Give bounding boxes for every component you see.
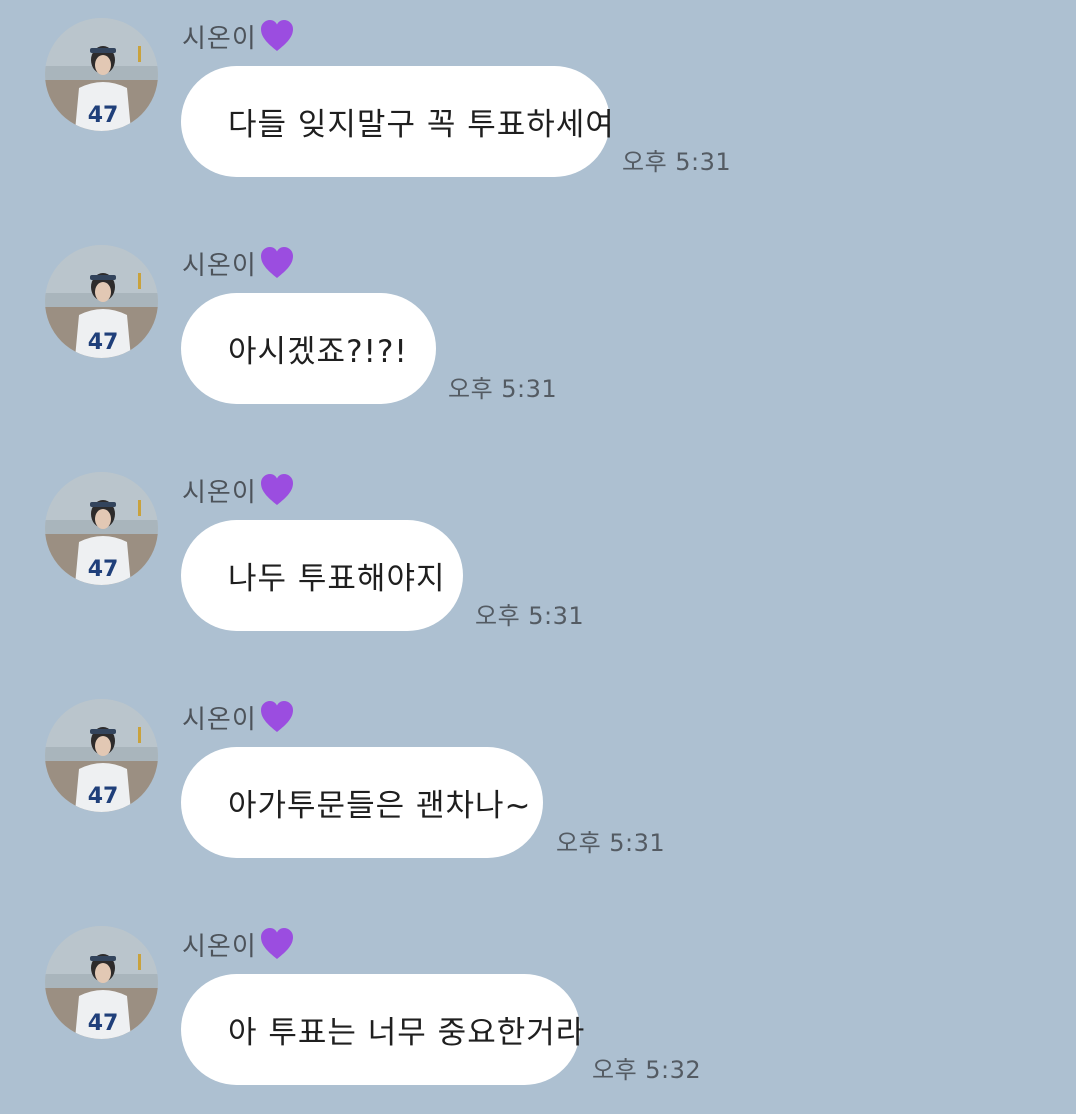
sender-name-text: 시온이 [182,23,257,54]
purple-heart-icon [259,472,295,508]
message-text: 아가투문들은 괜차나~ [228,788,532,824]
sender-name: 시온이 [182,16,295,56]
sender-name: 시온이 [182,697,295,737]
svg-text:47: 47 [88,103,119,128]
avatar[interactable]: 47 [45,926,158,1039]
message-row: 47 시온이 아가투문들은 괜차나~ 오후 5:31 [0,681,1076,881]
svg-text:47: 47 [88,1011,119,1036]
sender-name-text: 시온이 [182,931,257,962]
message-time: 오후 5:31 [475,602,585,630]
message-text: 아 투표는 너무 중요한거라 [228,1015,586,1051]
chat-room: 47 시온이 다들 잊지말구 꼭 투표하세여 오후 5:31 47 시온이 아시… [0,0,1076,1114]
message-row: 47 시온이 나두 투표해야지 오후 5:31 [0,454,1076,654]
sender-name-text: 시온이 [182,250,257,281]
avatar[interactable]: 47 [45,472,158,585]
message-time: 오후 5:31 [448,375,558,403]
message-text: 다들 잊지말구 꼭 투표하세여 [228,107,615,143]
purple-heart-icon [259,699,295,735]
purple-heart-icon [259,926,295,962]
message-bubble[interactable]: 아시겠죠?!?! [181,293,436,404]
message-bubble[interactable]: 나두 투표해야지 [181,520,463,631]
message-time: 오후 5:31 [556,829,666,857]
avatar[interactable]: 47 [45,18,158,131]
sender-name-text: 시온이 [182,704,257,735]
message-time: 오후 5:32 [592,1056,702,1084]
avatar[interactable]: 47 [45,245,158,358]
svg-text:47: 47 [88,784,119,809]
message-bubble[interactable]: 아 투표는 너무 중요한거라 [181,974,584,1085]
avatar[interactable]: 47 [45,699,158,812]
message-text: 나두 투표해야지 [228,561,446,597]
svg-text:47: 47 [88,330,119,355]
message-time: 오후 5:31 [622,148,732,176]
sender-name: 시온이 [182,924,295,964]
message-text: 아시겠죠?!?! [228,334,408,370]
message-bubble[interactable]: 다들 잊지말구 꼭 투표하세여 [181,66,614,177]
sender-name: 시온이 [182,243,295,283]
message-bubble[interactable]: 아가투문들은 괜차나~ [181,747,543,858]
svg-text:47: 47 [88,557,119,582]
message-row: 47 시온이 다들 잊지말구 꼭 투표하세여 오후 5:31 [0,0,1076,200]
message-row: 47 시온이 아 투표는 너무 중요한거라 오후 5:32 [0,908,1076,1108]
purple-heart-icon [259,18,295,54]
purple-heart-icon [259,245,295,281]
message-row: 47 시온이 아시겠죠?!?! 오후 5:31 [0,227,1076,427]
sender-name-text: 시온이 [182,477,257,508]
sender-name: 시온이 [182,470,295,510]
